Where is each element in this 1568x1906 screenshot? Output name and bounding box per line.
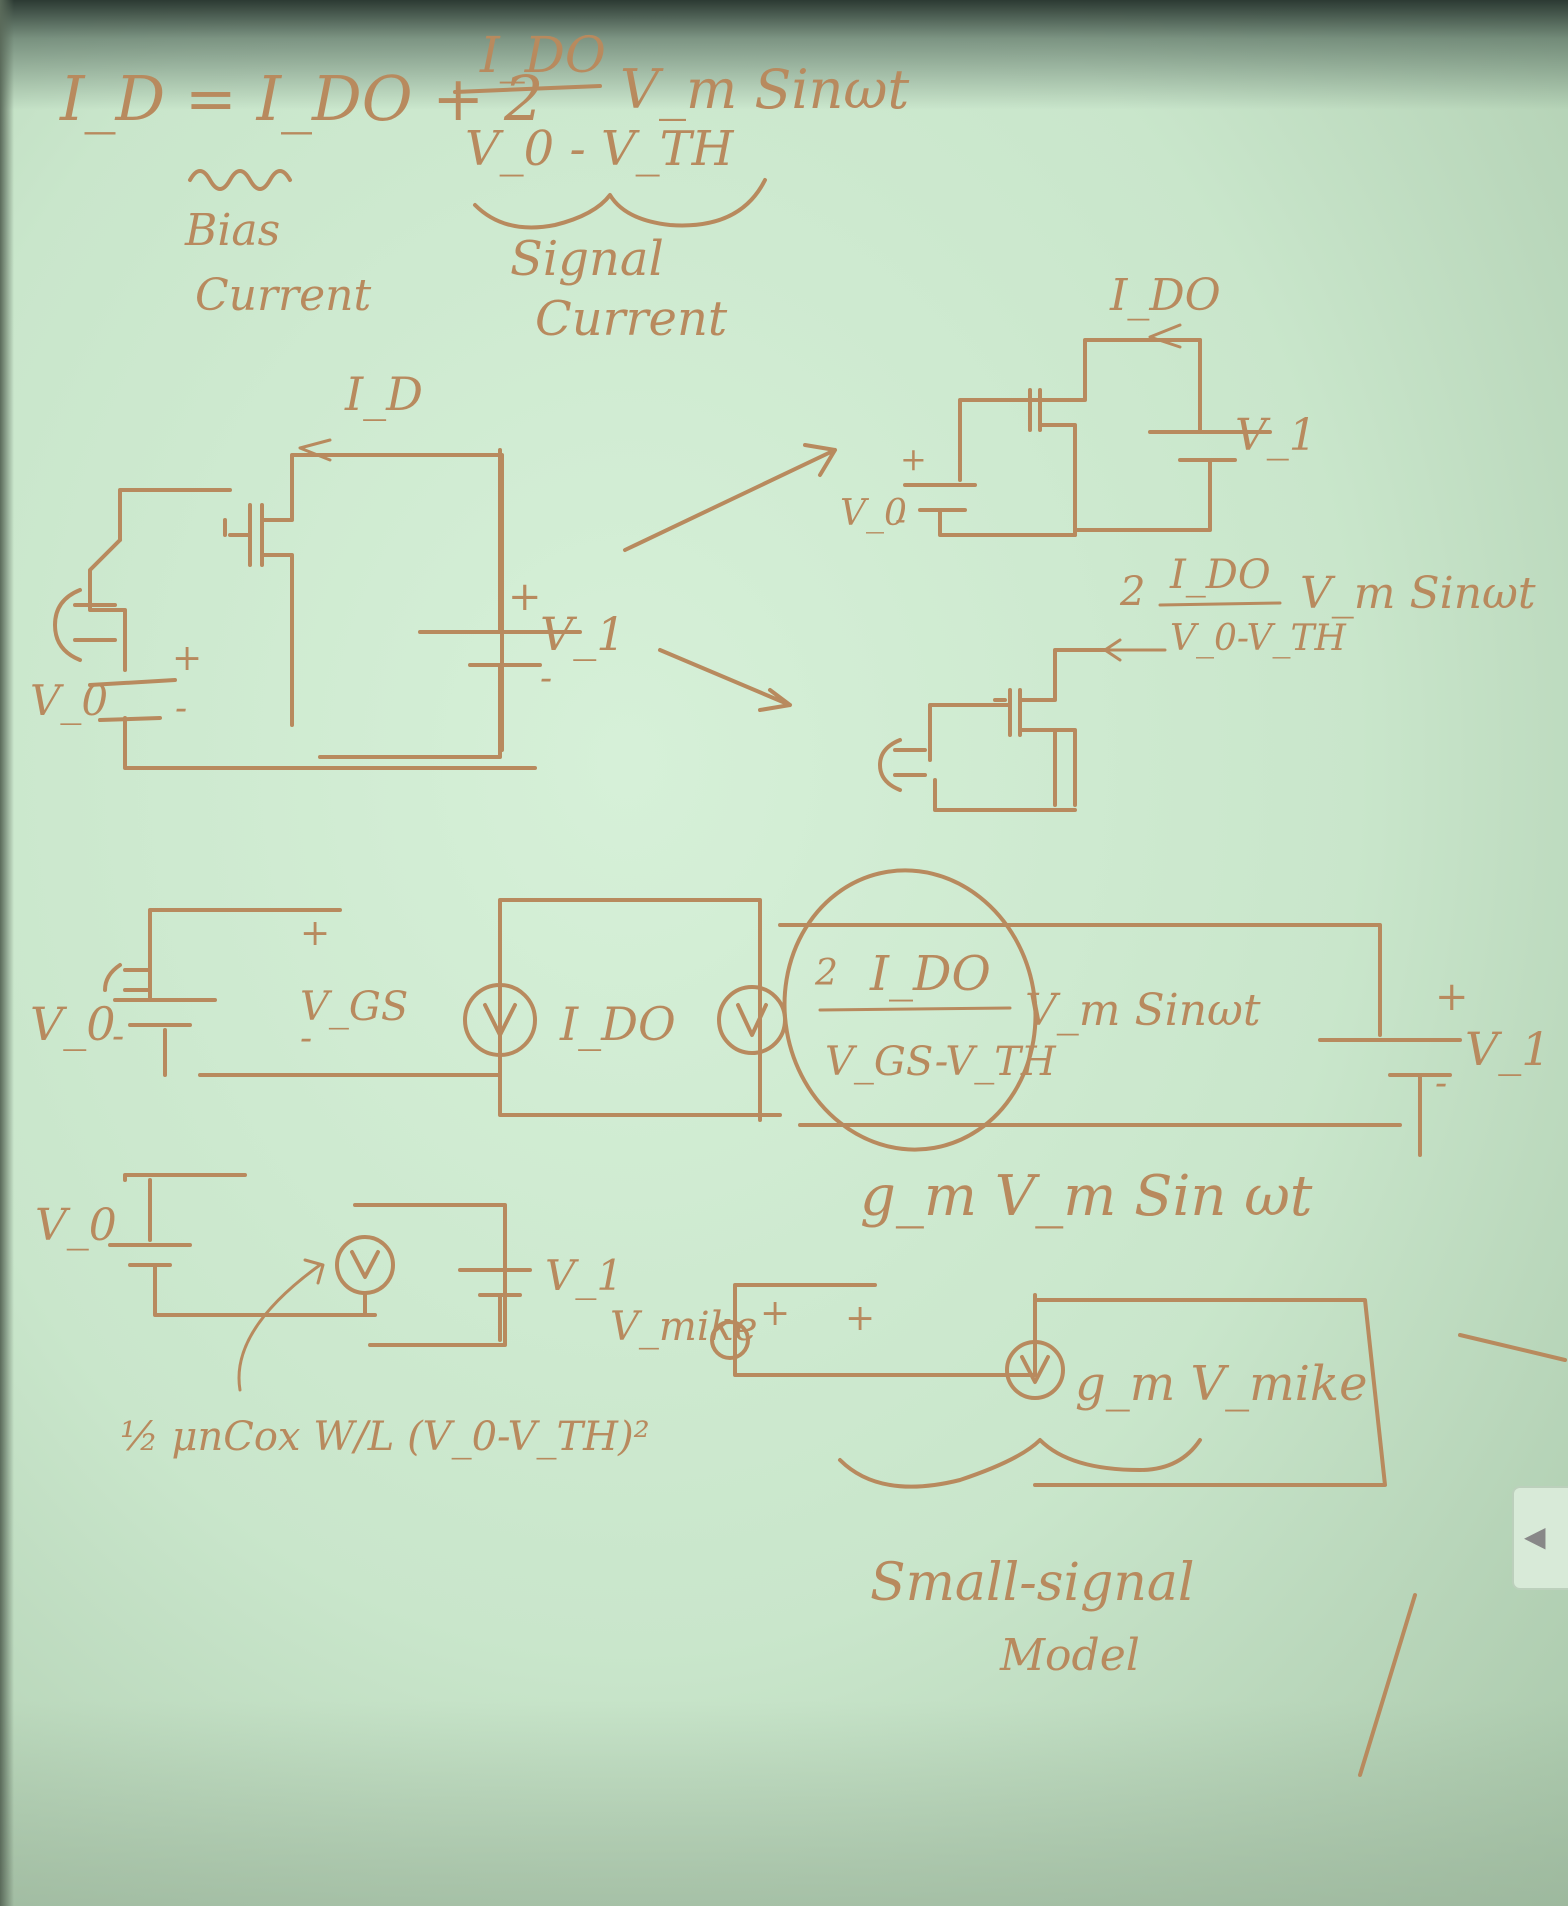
caption-line2: Model	[999, 1630, 1140, 1681]
r3-tail: V_m Sinωt	[1025, 985, 1261, 1036]
signal-circuit: 2 I_DO V_0-V_TH V_m Sinωt	[878, 552, 1536, 812]
equation-fraction-numerator: I_DO	[479, 26, 606, 84]
bias-label-line1: Bias	[184, 205, 280, 256]
main-equation: I_D = I_DO + 2 I_DO V_0 - V_TH V_m Sinωt	[59, 26, 909, 177]
bias-label-line2: Current	[195, 270, 371, 321]
r3-coef: 2	[814, 953, 838, 994]
mr-tail: V_m Sinωt	[1300, 568, 1536, 619]
tr-minus: -	[895, 500, 906, 538]
tr-gate-source	[903, 398, 1077, 537]
split-arrow-down	[658, 648, 792, 712]
r4-source-arrow	[350, 1250, 380, 1317]
r4-v0-label: V_0	[35, 1200, 117, 1251]
caption-line1: Small-signal	[870, 1553, 1195, 1613]
signal-label-line2: Current	[535, 291, 728, 347]
signal-label-line1: Signal	[510, 231, 664, 287]
tr-v1-label: V_1	[1235, 410, 1317, 461]
mr-den: V_0-V_TH	[1170, 618, 1346, 659]
chevron-left-icon: ◀	[1524, 1520, 1546, 1553]
main-circuit: I_D V_0 + - + V_1 -	[30, 367, 626, 770]
mr-gate-source	[878, 703, 1077, 812]
side-panel-tab[interactable]: ◀	[1512, 1486, 1568, 1590]
r4-pointer-arrow	[237, 1258, 325, 1392]
equivalent-circuit: V_0 - + V_GS - I_DO 2 I_DO V_GS-V_TH V_m…	[30, 868, 1551, 1229]
bias-underbrace	[188, 169, 292, 191]
main-v1-label: V_1	[540, 607, 626, 661]
r3-ido: I_DO	[559, 997, 676, 1051]
r3-minus: -	[112, 1016, 124, 1057]
mr-coef: 2	[1119, 569, 1145, 615]
bias-only-circuit: V_0 V_1 ½ μnCox W/L (V_0-V_TH)²	[35, 1173, 650, 1460]
stray-mark-right	[1458, 1333, 1567, 1362]
main-v1-minus: -	[540, 658, 552, 699]
signal-underbrace	[473, 178, 767, 230]
main-id-label: I_D	[344, 367, 423, 421]
gm-expression: g_m V_m Sin ωt	[860, 1164, 1313, 1229]
bias-circuit: I_DO V_0 + - V_1	[840, 270, 1317, 538]
r3-num: I_DO	[869, 946, 991, 1002]
r3-v1-label: V_1	[1465, 1022, 1551, 1076]
v0-battery-short-plate	[98, 716, 162, 722]
r3-v0-label: V_0	[30, 997, 116, 1051]
equation-tail: V_m Sinωt	[620, 58, 909, 121]
main-v0-minus: -	[175, 688, 187, 729]
ido-arrow	[1148, 323, 1182, 349]
r3-vgs-minus: -	[300, 1018, 312, 1059]
r3-v1-plus: +	[1435, 974, 1469, 1020]
gate-clip-symbol	[53, 588, 117, 662]
handwritten-sketch: I_D = I_DO + 2 I_DO V_0 - V_TH V_m Sinωt…	[30, 26, 1567, 1777]
r3-v1-minus: -	[1435, 1063, 1447, 1104]
r4-v1-battery	[458, 1268, 532, 1342]
signal-current-source-icon	[717, 985, 787, 1055]
tr-mosfet	[1008, 338, 1202, 537]
r3-fraction-bar	[818, 1006, 1012, 1012]
gate-wire	[88, 488, 232, 672]
vmike-plus-2: +	[845, 1298, 875, 1339]
mr-mosfet	[993, 648, 1107, 807]
r4-bias-formula: ½ μnCox W/L (V_0-V_TH)²	[120, 1414, 650, 1460]
mr-arrow	[1103, 638, 1167, 662]
r3-plus: +	[300, 913, 330, 954]
r3-wires	[198, 898, 782, 1122]
small-signal-model: V_mike + + g_m V_mike Small-signal Model	[610, 1283, 1387, 1681]
vmike-plus: +	[760, 1293, 790, 1334]
model-underbrace	[838, 1438, 1202, 1489]
r4-v1-label: V_1	[545, 1251, 623, 1300]
gm-vmike-label: g_m V_mike	[1075, 1356, 1368, 1412]
r4-current-source-icon	[335, 1235, 395, 1295]
r3-den: V_GS-V_TH	[825, 1039, 1057, 1085]
main-v0-plus: +	[172, 638, 202, 679]
tr-plus: +	[900, 440, 927, 478]
stray-mark-slash	[1358, 1593, 1417, 1777]
main-v1-plus: +	[508, 574, 542, 620]
mr-num: I_DO	[1169, 552, 1271, 598]
mr-fraction-bar	[1158, 601, 1282, 607]
mosfet-symbol	[223, 453, 504, 752]
r3-vgs: V_GS	[300, 984, 408, 1030]
split-arrow-up	[623, 443, 837, 552]
equation-fraction-denominator: V_0 - V_TH	[465, 121, 735, 177]
tr-ido-label: I_DO	[1109, 270, 1221, 321]
